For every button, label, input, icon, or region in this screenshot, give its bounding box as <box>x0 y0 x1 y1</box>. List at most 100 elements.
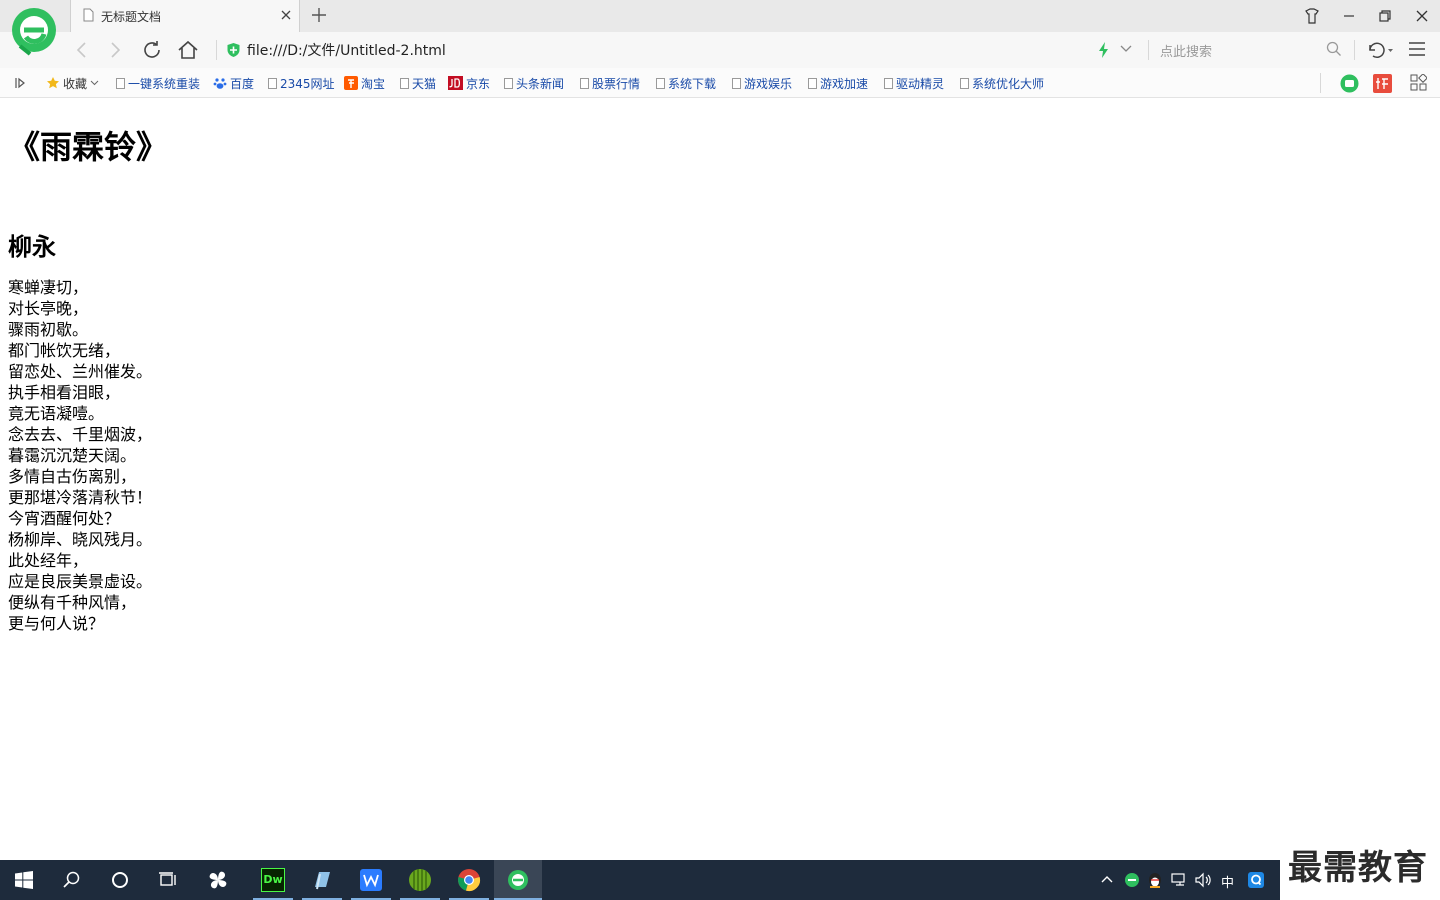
dreamweaver-icon: Dw <box>261 868 285 892</box>
chevron-up-icon[interactable] <box>1101 874 1113 884</box>
poem-line: 竟无语凝噎。 <box>8 404 105 423</box>
page-icon <box>960 77 969 89</box>
author-heading: 柳永 <box>8 233 56 261</box>
speed-mode-icon[interactable] <box>1098 42 1110 58</box>
bookmark-item[interactable]: 驱动精灵 <box>884 75 944 91</box>
watermark-logo: 最需教育 <box>1288 848 1428 888</box>
bookmark-item[interactable]: 百度 <box>213 75 254 91</box>
back-icon[interactable] <box>70 38 94 62</box>
browser-tab[interactable]: 无标题文档 <box>70 0 300 32</box>
bookmark-item[interactable]: 京东 <box>448 75 490 91</box>
bookmark-item[interactable]: 头条新闻 <box>504 75 564 91</box>
poem-line: 寒蝉凄切， <box>8 278 89 297</box>
menu-icon[interactable] <box>1408 41 1426 57</box>
skin-icon[interactable] <box>1302 6 1322 26</box>
taobao-icon <box>344 76 358 90</box>
undo-close-tab-icon[interactable] <box>1366 40 1396 60</box>
discount-icon[interactable] <box>1373 74 1392 93</box>
bookmark-item[interactable]: 淘宝 <box>344 75 385 91</box>
browser-icon <box>508 870 528 890</box>
star-icon <box>47 77 59 89</box>
input-method-indicator[interactable]: 中 <box>1221 872 1234 891</box>
task-view-button[interactable] <box>144 860 192 900</box>
poem-line: 应是良辰美景虚设。 <box>8 572 153 591</box>
page-icon <box>504 77 513 89</box>
network-icon[interactable] <box>1171 872 1189 888</box>
page-icon <box>656 77 665 89</box>
minimize-icon[interactable] <box>1339 6 1359 26</box>
poem-line: 对长亭晚， <box>8 299 89 318</box>
poem-line: 骤雨初歇。 <box>8 320 89 339</box>
forward-icon[interactable] <box>103 38 127 62</box>
poem-line: 更那堪冷落清秋节！ <box>8 488 153 507</box>
page-icon <box>580 77 589 89</box>
restore-icon[interactable] <box>1375 6 1395 26</box>
navigation-bar: file:///D:/文件/Untitled-2.html 点此搜索 <box>0 32 1440 68</box>
browser-tray-icon[interactable] <box>1124 872 1140 888</box>
search-icon[interactable] <box>1326 41 1342 57</box>
poem-line: 留恋处、兰州催发。 <box>8 362 153 381</box>
home-icon[interactable] <box>176 38 200 62</box>
qq-tray-icon[interactable] <box>1248 872 1264 888</box>
taskbar-app[interactable] <box>194 860 242 900</box>
poem-line: 多情自古伤离别， <box>8 467 137 486</box>
search-button[interactable] <box>48 860 96 900</box>
cortana-button[interactable] <box>96 860 144 900</box>
chevron-down-icon[interactable] <box>1120 45 1132 53</box>
bookmark-item[interactable]: 系统下载 <box>656 75 716 91</box>
title-bar: 无标题文档 <box>0 0 1440 32</box>
page-heading: 《雨霖铃》 <box>8 128 169 166</box>
refresh-icon[interactable] <box>140 38 164 62</box>
poem-line: 此处经年， <box>8 551 89 570</box>
page-icon <box>884 77 893 89</box>
search-input[interactable]: 点此搜索 <box>1160 41 1212 60</box>
taskbar-app[interactable] <box>400 860 440 900</box>
chat-icon[interactable] <box>1340 74 1359 93</box>
divider <box>216 40 217 60</box>
page-icon <box>808 77 817 89</box>
bookmark-item[interactable]: 天猫 <box>400 75 436 91</box>
divider <box>1320 73 1321 93</box>
watermelon-app-icon <box>409 869 431 891</box>
poem-body: 寒蝉凄切， 对长亭晚， 骤雨初歇。 都门帐饮无绪， 留恋处、兰州催发。 执手相看… <box>8 277 152 634</box>
favorites-button[interactable]: 收藏 <box>46 75 99 91</box>
bookmark-item[interactable]: 2345网址 <box>268 75 335 91</box>
windows-icon <box>15 871 33 889</box>
bookmark-item[interactable]: 游戏娱乐 <box>732 75 792 91</box>
pinwheel-app-icon <box>209 871 227 889</box>
favorites-label: 收藏 <box>63 76 88 91</box>
bookmark-item[interactable]: 股票行情 <box>580 75 640 91</box>
page-icon <box>268 77 277 89</box>
poem-line: 杨柳岸、晓风残月。 <box>8 530 153 549</box>
bookmark-item[interactable]: 游戏加速 <box>808 75 868 91</box>
poem-line: 便纵有千种风情， <box>8 593 137 612</box>
chrome-icon <box>458 869 481 892</box>
browser-logo-icon[interactable] <box>10 6 58 56</box>
poem-line: 暮霭沉沉楚天阔。 <box>8 446 137 465</box>
tab-title: 无标题文档 <box>101 10 162 24</box>
poem-line: 都门帐饮无绪， <box>8 341 121 360</box>
taskbar-app-wps[interactable] <box>351 860 391 900</box>
taskbar-app[interactable] <box>302 860 342 900</box>
taskbar-app-dreamweaver[interactable]: Dw <box>253 860 293 900</box>
bookmark-item[interactable]: 一键系统重装 <box>116 75 200 91</box>
taskbar-app-browser[interactable] <box>494 860 542 900</box>
close-tab-icon[interactable] <box>279 8 293 22</box>
divider <box>1148 40 1149 60</box>
bookmark-item[interactable]: 系统优化大师 <box>960 75 1044 91</box>
start-button[interactable] <box>0 860 48 900</box>
notebook-app-icon <box>315 872 330 890</box>
close-window-icon[interactable] <box>1412 6 1432 26</box>
apps-grid-icon[interactable] <box>1410 74 1427 91</box>
taskbar-app-chrome[interactable] <box>449 860 489 900</box>
qq-penguin-icon[interactable] <box>1147 871 1163 889</box>
search-icon <box>63 871 80 888</box>
volume-icon[interactable] <box>1195 872 1213 888</box>
document-icon <box>83 8 94 22</box>
bookmarks-bar: 收藏 一键系统重装 百度 2345网址 淘宝 天猫 京东 头条新闻 股票行情 系… <box>0 68 1440 98</box>
task-view-icon <box>159 872 176 886</box>
new-tab-icon[interactable] <box>310 6 328 24</box>
cortana-circle-icon <box>112 872 128 888</box>
page-icon <box>732 77 741 89</box>
sidebar-toggle-icon[interactable] <box>14 77 26 89</box>
